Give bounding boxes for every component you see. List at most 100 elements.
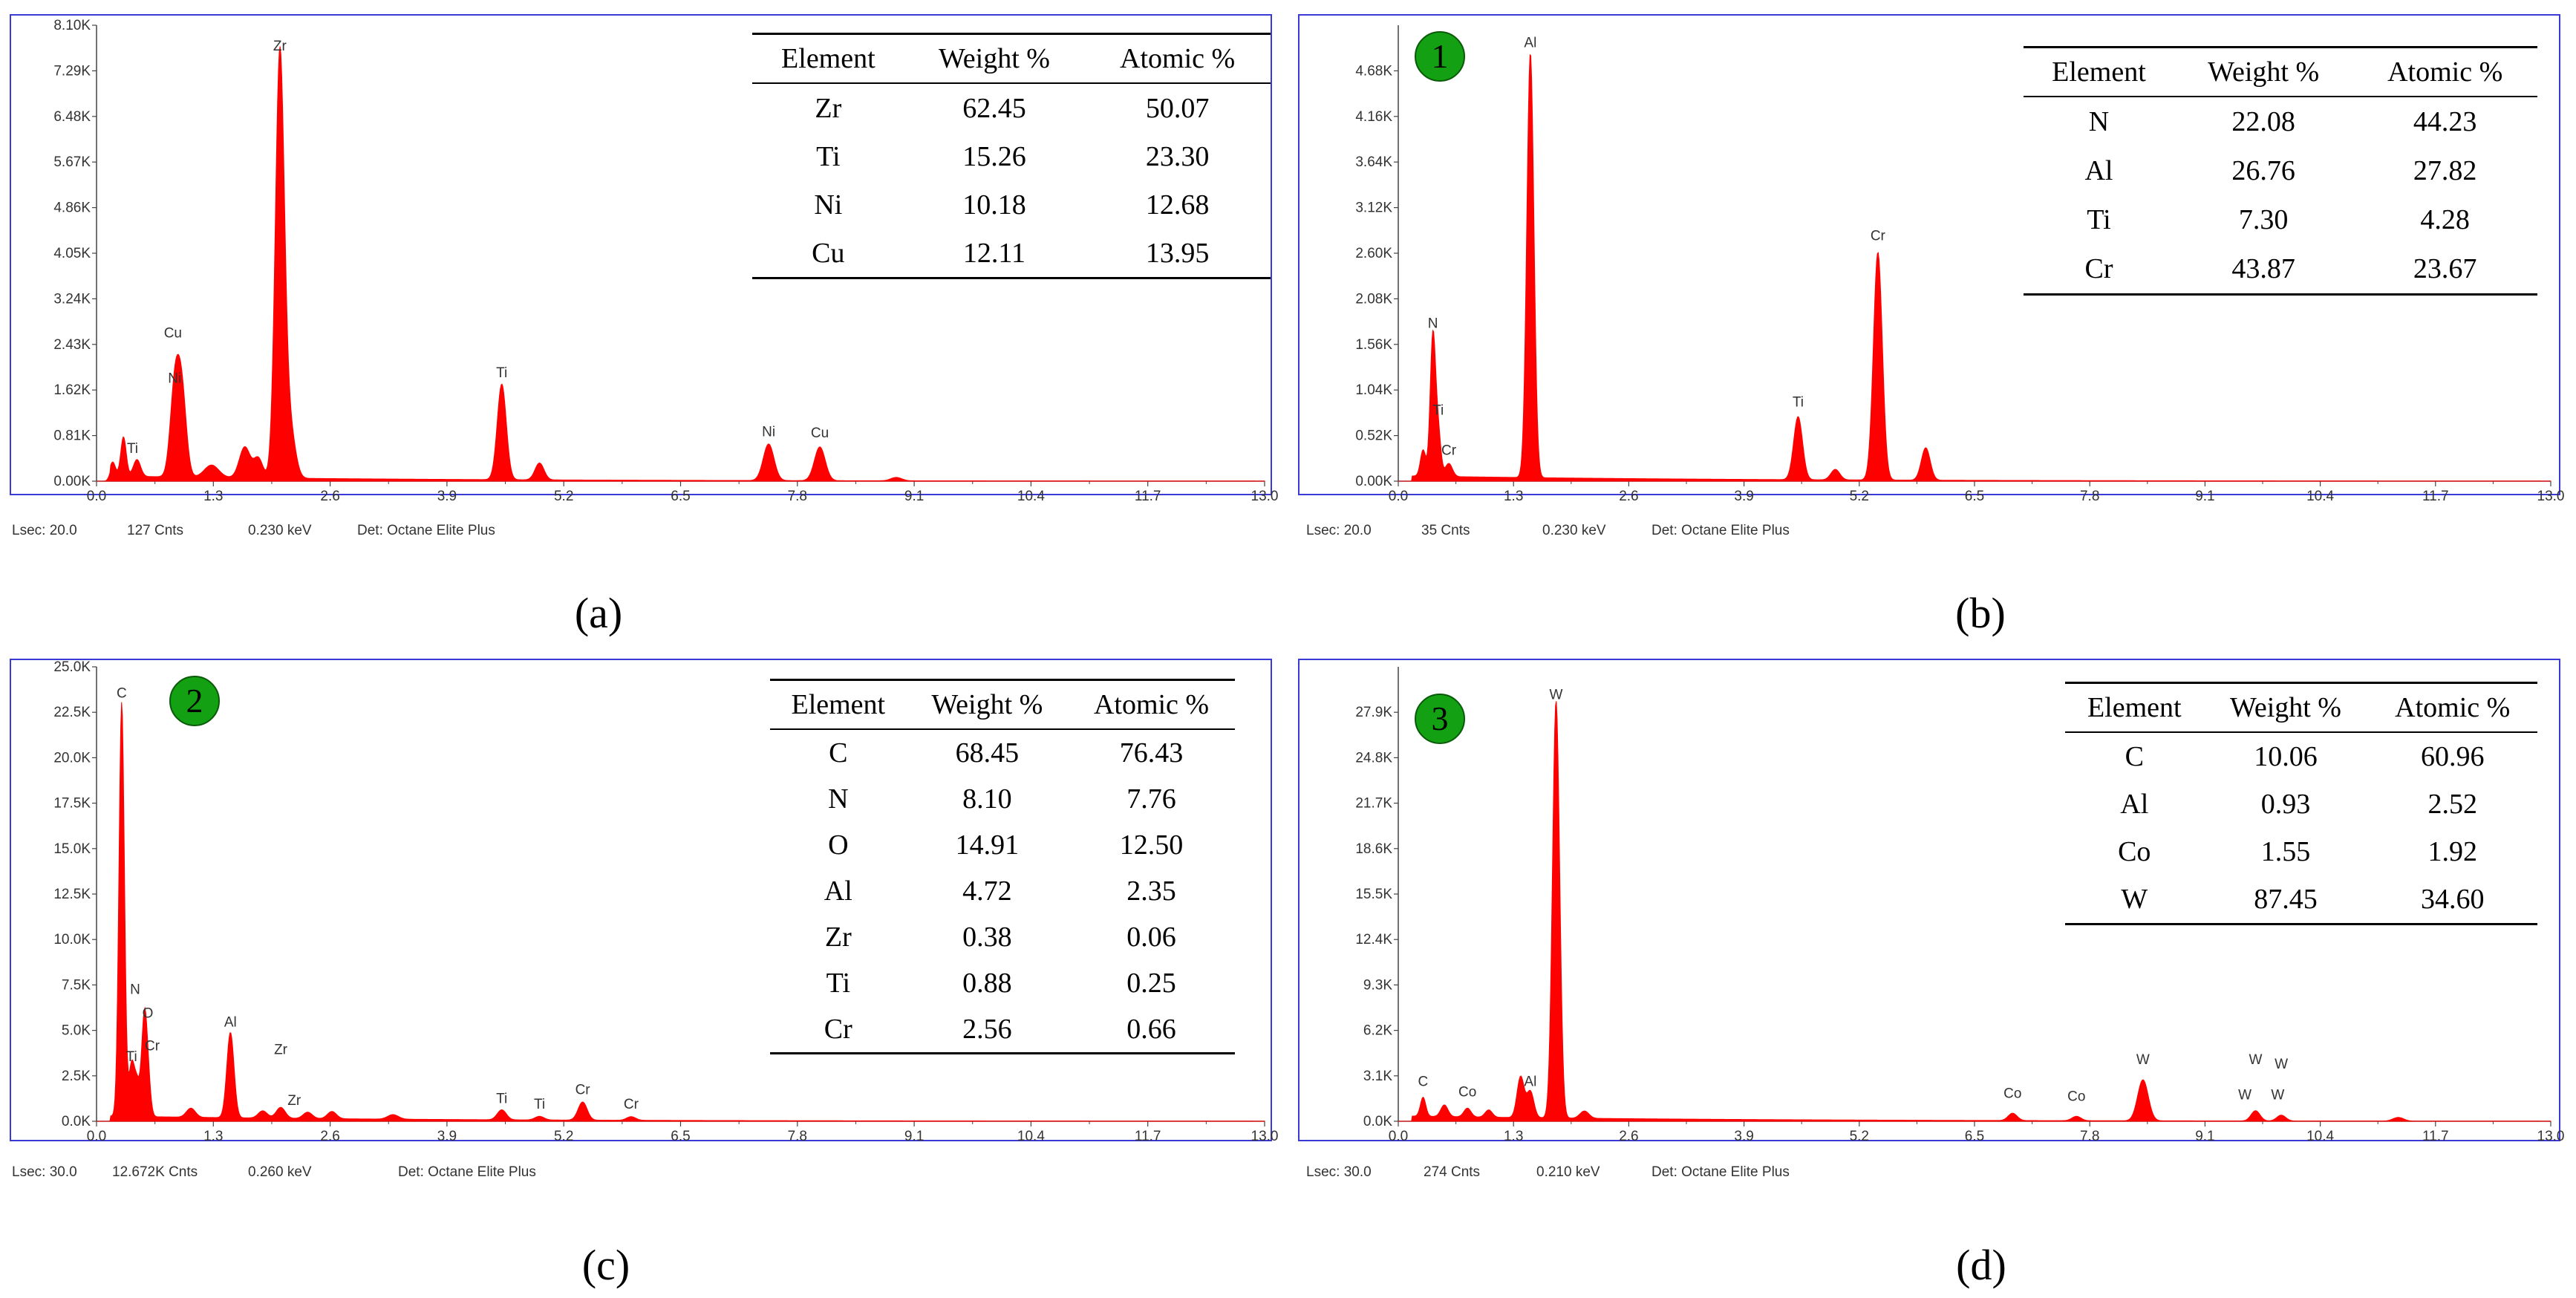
table-row: Zr 62.45 50.07 <box>752 83 1271 132</box>
cell-weight: 10.18 <box>962 189 1026 221</box>
y-tick-label: 4.05K <box>53 246 91 261</box>
counts-label: 127 Cnts <box>127 523 184 538</box>
cell-weight: 43.87 <box>2174 244 2353 296</box>
acquisition-info-a: Lsec: 20.0 127 Cnts 0.230 keV Det: Octan… <box>12 523 754 541</box>
cell-weight: 62.45 <box>962 92 1026 124</box>
table-row: Al 4.72 2.35 <box>770 868 1235 914</box>
composition-table-b: Element Weight % Atomic % N 22.08 44.23 Al 2… <box>2024 46 2537 296</box>
cell-weight: 0.93 <box>2260 789 2311 820</box>
y-tick-label: 6.48K <box>53 109 91 125</box>
panel-label-d: (d) <box>1956 1241 2006 1289</box>
x-tick-label: 13.0 <box>2537 1129 2565 1144</box>
x-tick-label: 6.5 <box>671 1129 690 1144</box>
counts-label: 274 Cnts <box>1424 1164 1481 1180</box>
y-tick-label: 1.04K <box>1355 382 1392 398</box>
peak-label: Cr <box>1441 443 1457 459</box>
peak-label: Zr <box>273 39 287 54</box>
lsec-label: Lsec: 30.0 <box>1306 1164 1372 1180</box>
x-tick-label: 13.0 <box>2537 489 2565 504</box>
x-tick-label: 7.8 <box>788 1129 807 1144</box>
cell-element: Zr <box>815 92 842 124</box>
cell-atomic: 1.92 <box>2427 836 2477 867</box>
peak-label: Cu <box>811 425 829 441</box>
cell-element: W <box>2065 875 2204 925</box>
x-tick-label: 13.0 <box>1251 489 1279 504</box>
kev-label: 0.230 keV <box>248 523 312 538</box>
region-badge-3: 3 <box>1415 694 1465 744</box>
y-tick-label: 25.0K <box>53 659 91 675</box>
cell-atomic: 44.23 <box>2413 106 2477 137</box>
x-tick-label: 9.1 <box>2195 1129 2214 1144</box>
cell-atomic: 12.68 <box>1145 189 1210 221</box>
peak-label: Co <box>2003 1086 2021 1101</box>
region-badge-1: 1 <box>1415 31 1465 82</box>
cell-weight: 22.08 <box>2231 106 2295 137</box>
table-row: Zr 0.38 0.06 <box>770 914 1235 960</box>
table-header-row: Element Weight % Atomic % <box>770 679 1235 730</box>
y-tick-label: 3.12K <box>1355 200 1392 216</box>
table-header-row: Element Weight % Atomic % <box>2024 46 2537 97</box>
cell-element: Cu <box>752 229 904 279</box>
peak-label: Cr <box>575 1082 591 1098</box>
cell-element: N <box>2088 106 2110 137</box>
table-row: Co 1.55 1.92 <box>2065 828 2537 875</box>
spectrum-panel-d: 0.0 1.3 2.6 3.9 5.2 6.5 7.8 9.1 10.4 11.7 13.0 0.0K… <box>1288 649 2576 1298</box>
x-tick-label: 5.2 <box>554 1129 573 1144</box>
x-tick-label: 5.2 <box>1850 489 1869 504</box>
header-atomic: Atomic % <box>2352 46 2537 97</box>
x-tick-label: 1.3 <box>1504 1129 1523 1144</box>
detector-label: Det: Octane Elite Plus <box>398 1164 536 1180</box>
cell-atomic: 0.06 <box>1126 922 1176 953</box>
x-tick-label: 6.5 <box>1965 489 1984 504</box>
y-tick-label: 5.67K <box>53 154 91 170</box>
y-tick-label: 18.6K <box>1355 841 1392 857</box>
counts-label: 35 Cnts <box>1421 523 1470 538</box>
x-tick-label: 5.2 <box>1850 1129 1869 1144</box>
y-tick-label: 17.5K <box>53 796 91 812</box>
y-tick-label: 7.29K <box>53 63 91 79</box>
x-tick-label: 1.3 <box>203 1129 223 1144</box>
cell-element: N <box>828 783 849 815</box>
cell-atomic: 23.30 <box>1145 140 1210 172</box>
acquisition-info-d: Lsec: 30.0 274 Cnts 0.210 keV Det: Octan… <box>1306 1164 2049 1182</box>
table-row: Al 26.76 27.82 <box>2024 146 2537 195</box>
x-tick-label: 11.7 <box>1135 489 1161 504</box>
peak-label: N <box>130 982 140 998</box>
cell-element: Ni <box>814 189 843 221</box>
peak-label: Ti <box>126 1049 137 1065</box>
peak-label: W <box>1550 687 1563 702</box>
y-tick-label: 12.4K <box>1355 932 1392 948</box>
peak-label: Cr <box>1871 228 1886 244</box>
acquisition-info-c: Lsec: 30.0 12.672K Cnts 0.260 keV Det: O… <box>12 1164 754 1182</box>
y-tick-label: 3.1K <box>1363 1069 1392 1084</box>
cell-weight: 14.91 <box>955 829 1020 861</box>
peak-label: Co <box>1458 1084 1476 1100</box>
cell-element: Ti <box>826 968 851 999</box>
cell-atomic: 60.96 <box>2420 741 2485 772</box>
peak-label: N <box>1428 316 1438 331</box>
x-tick-label: 0.0 <box>1389 1129 1408 1144</box>
y-tick-label: 24.8K <box>1355 750 1392 766</box>
panel-label-c: (c) <box>581 1241 630 1289</box>
spectrum-panel-c: 0.0 1.3 2.6 3.9 5.2 6.5 7.8 9.1 10.4 11.7 13.0 0.0K… <box>0 649 1288 1298</box>
x-tick-label: 9.1 <box>904 489 924 504</box>
cell-weight: 0.38 <box>962 922 1012 953</box>
x-tick-label: 10.4 <box>1017 1129 1045 1144</box>
table-row: O 14.91 12.50 <box>770 822 1235 868</box>
cell-atomic: 2.35 <box>1126 875 1176 907</box>
kev-label: 0.230 keV <box>1542 523 1606 538</box>
x-tick-label: 13.0 <box>1251 1129 1279 1144</box>
table-row: N 8.10 7.76 <box>770 776 1235 822</box>
x-tick-label: 2.6 <box>320 489 339 504</box>
cell-atomic: 0.66 <box>1068 1006 1235 1054</box>
x-tick-label: 0.0 <box>87 1129 106 1144</box>
y-tick-label: 2.5K <box>62 1069 91 1084</box>
panel-label-a: (a) <box>574 589 623 637</box>
peak-label: Ti <box>127 441 138 457</box>
cell-atomic: 34.60 <box>2367 875 2537 925</box>
header-atomic: Atomic % <box>1068 679 1235 730</box>
x-tick-label: 7.8 <box>2080 1129 2099 1144</box>
y-tick-label: 8.10K <box>53 18 91 33</box>
cell-weight: 10.06 <box>2254 741 2318 772</box>
peak-label: Cr <box>145 1039 160 1054</box>
